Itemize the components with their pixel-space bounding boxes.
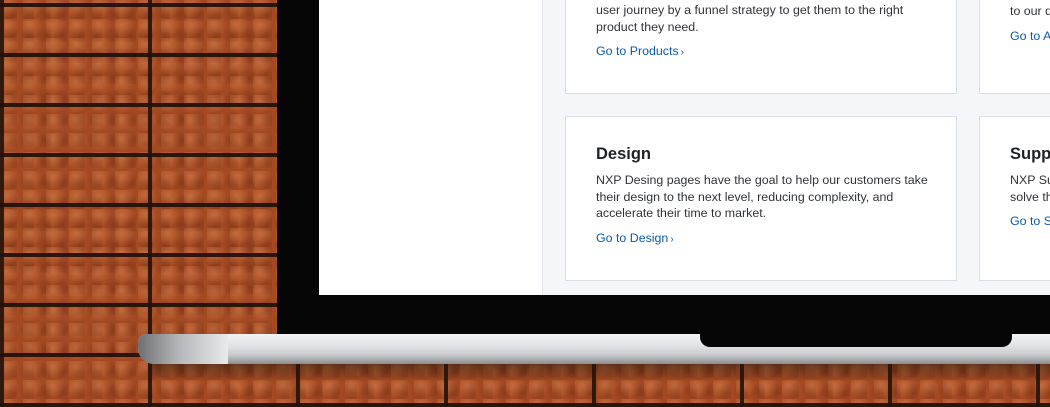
go-to-products-link[interactable]: Go to Products › — [596, 44, 684, 58]
card-top-right-description: to our d — [1010, 4, 1050, 18]
laptop-shadow — [148, 364, 1050, 382]
go-to-support-label: Go to S — [1010, 214, 1050, 228]
card-products-description: user journey by a funnel strategy to get… — [596, 3, 904, 34]
laptop-hinge-notch — [700, 334, 1012, 347]
card-design: Design NXP Desing pages have the goal to… — [565, 116, 957, 281]
card-products: user journey by a funnel strategy to get… — [565, 0, 957, 94]
card-support-title: Suppo — [1010, 145, 1050, 163]
card-support: Suppo NXP Su solve th Go to S — [979, 116, 1050, 281]
laptop-screen: user journey by a funnel strategy to get… — [319, 0, 1050, 295]
chevron-right-icon: › — [680, 47, 684, 58]
card-design-title: Design — [596, 145, 652, 163]
chevron-right-icon: › — [670, 233, 674, 245]
go-to-products-label: Go to Products — [596, 44, 679, 58]
card-design-description: NXP Desing pages have the goal to help o… — [596, 173, 928, 220]
laptop-base-edge — [138, 334, 228, 364]
go-to-design-link[interactable]: Go to Design › — [596, 231, 674, 245]
card-support-description: NXP Su solve th — [1010, 173, 1050, 204]
go-to-support-link[interactable]: Go to S — [1010, 214, 1050, 228]
go-to-a-label: Go to A — [1010, 28, 1050, 43]
page-sidebar — [319, 0, 543, 295]
go-to-design-label: Go to Design — [596, 230, 669, 245]
go-to-a-link[interactable]: Go to A — [1010, 29, 1050, 43]
card-top-right: to our d Go to A — [979, 0, 1050, 94]
